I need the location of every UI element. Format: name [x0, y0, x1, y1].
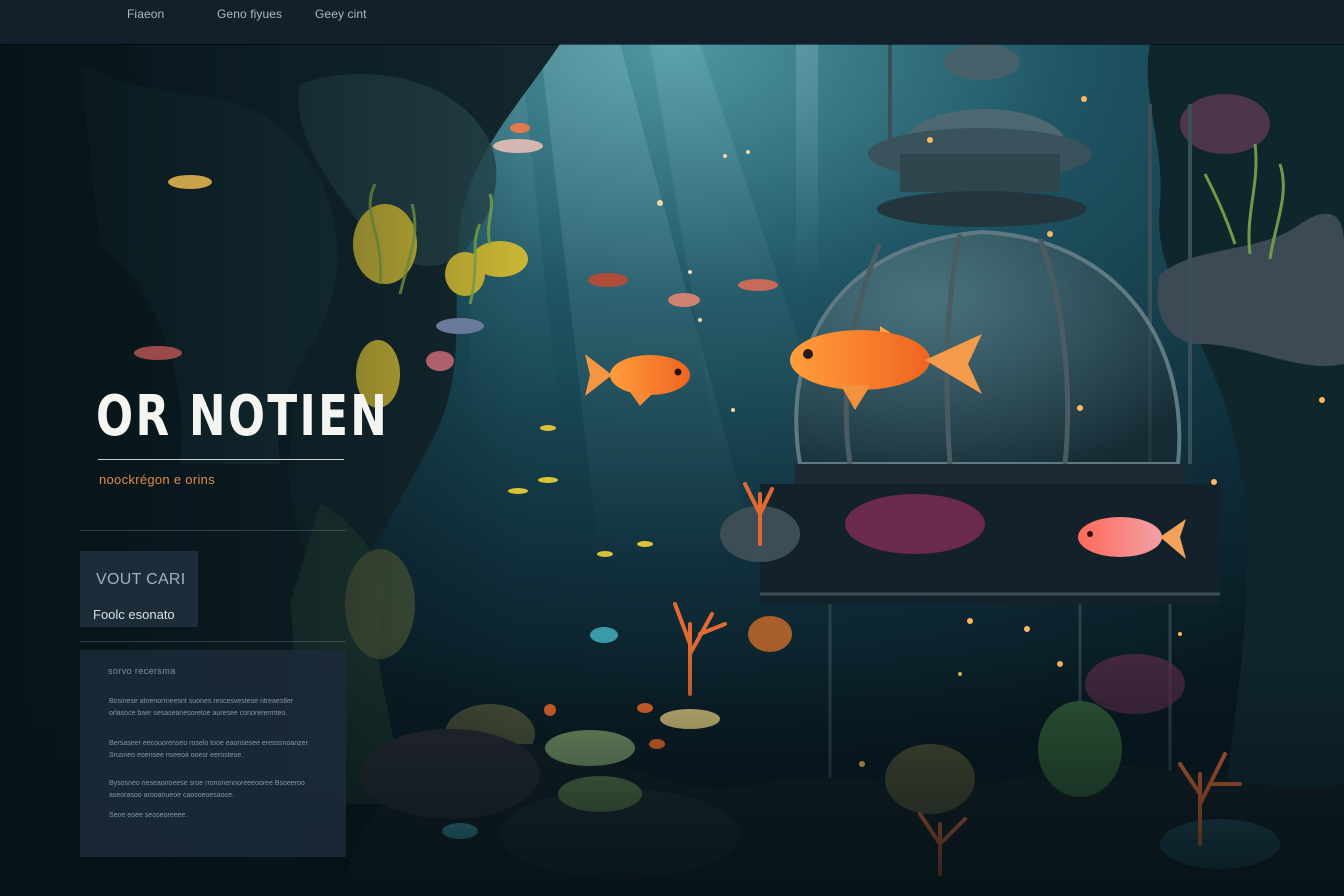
info-paragraph: Seoe eoee seoseoreeee. [109, 812, 188, 819]
top-navigation: Fiaeon Geno fiyues Geey cint [0, 0, 1344, 44]
hero-subtitle: noockrégon e orins [99, 472, 215, 487]
side-card-link[interactable]: Foolc esonato [93, 607, 175, 622]
hero-title: OR NOTIEN [96, 384, 390, 449]
side-card: VOUT CARI Foolc esonato [80, 551, 198, 627]
hero-divider [98, 459, 344, 460]
section-divider-upper [80, 530, 346, 531]
info-paragraph: Bosinese atnenorrneesnt suones rescesves… [109, 698, 294, 717]
nav-link-fiaeon[interactable]: Fiaeon [127, 7, 164, 21]
side-card-title: VOUT CARI [96, 571, 186, 588]
info-paragraph: Bysosneo neseaonoeese sroe rrononennoree… [109, 780, 305, 799]
section-divider-lower [80, 641, 346, 642]
info-paragraph: Bersaseer eecouorenseo roselo tooe eaons… [109, 740, 308, 759]
info-panel: sorvo recersma Bosinese atnenorrneesnt s… [80, 650, 346, 857]
nav-link-geey-cint[interactable]: Geey cint [315, 7, 367, 21]
info-panel-heading: sorvo recersma [108, 666, 176, 676]
nav-link-geno-fiyues[interactable]: Geno fiyues [217, 7, 282, 21]
